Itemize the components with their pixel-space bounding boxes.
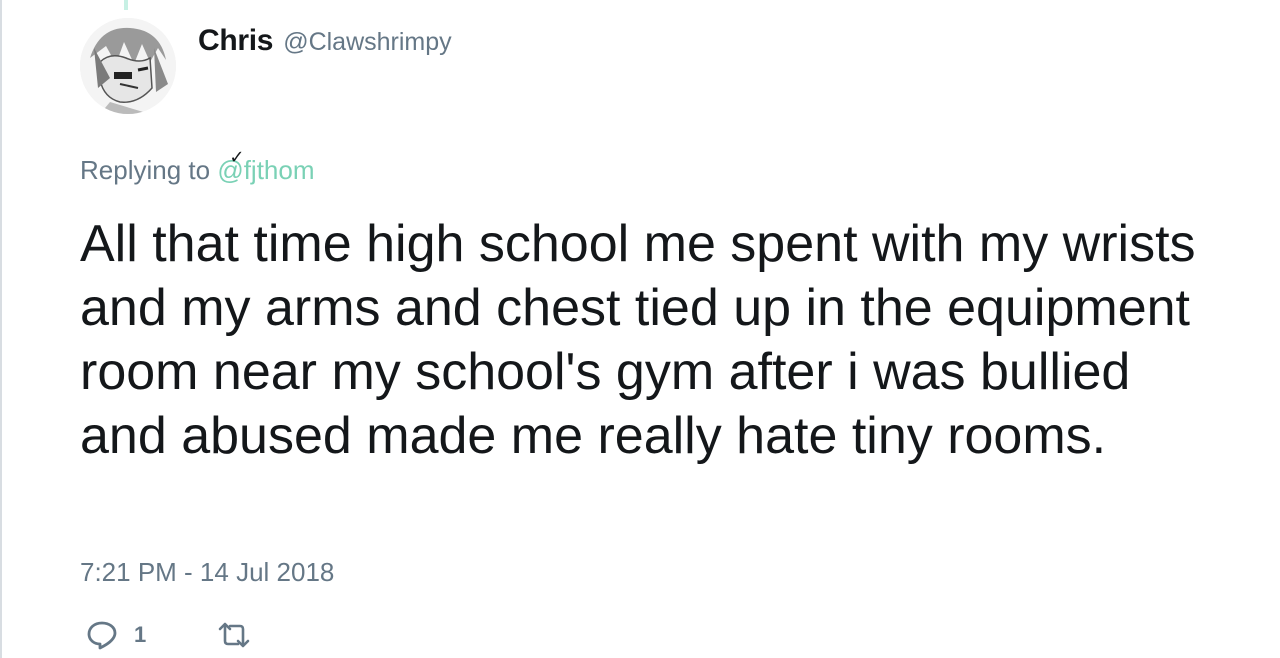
retweet-icon <box>218 622 250 648</box>
tweet-actions: 1 <box>86 620 322 650</box>
retweet-button[interactable] <box>216 620 252 650</box>
tweet-header: Chris @Clawshrimpy <box>198 24 452 58</box>
tweet-timestamp[interactable]: 7:21 PM - 14 Jul 2018 <box>80 557 334 588</box>
avatar[interactable] <box>80 18 176 114</box>
comment-icon <box>87 621 117 650</box>
replying-to-link[interactable]: @fjthom ✓ <box>217 147 314 185</box>
replying-to: Replying to @fjthom ✓ <box>80 147 315 186</box>
frame-edge <box>0 0 2 658</box>
user-handle[interactable]: @Clawshrimpy <box>283 28 451 57</box>
checkmark-icon: ✓ <box>229 147 245 167</box>
display-name[interactable]: Chris <box>198 24 273 58</box>
avatar-drawing-icon <box>80 18 176 114</box>
reply-count: 1 <box>134 622 147 647</box>
replying-to-label: Replying to <box>80 155 211 185</box>
thread-connector <box>124 0 128 10</box>
reply-button[interactable]: 1 <box>86 620 146 650</box>
tweet-text: All that time high school me spent with … <box>80 215 1196 465</box>
